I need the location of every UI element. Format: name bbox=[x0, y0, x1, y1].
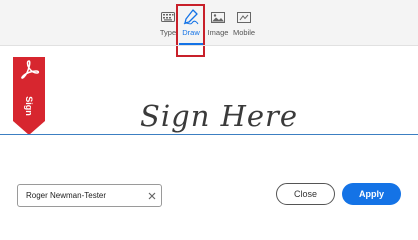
apply-button[interactable]: Apply bbox=[342, 183, 401, 205]
close-button[interactable]: Close bbox=[276, 183, 335, 205]
image-icon bbox=[207, 8, 229, 26]
tab-mobile[interactable]: Mobile bbox=[230, 8, 258, 42]
tab-image-label: Image bbox=[207, 28, 229, 37]
draw-tab-highlight-box bbox=[176, 4, 205, 57]
tab-type-label: Type bbox=[159, 28, 177, 37]
name-input[interactable] bbox=[17, 184, 162, 207]
toolbar-divider bbox=[0, 45, 418, 46]
sign-ribbon-label: Sign bbox=[24, 96, 34, 116]
clear-icon[interactable] bbox=[145, 189, 159, 203]
tab-mobile-label: Mobile bbox=[232, 28, 256, 37]
signature-mode-toolbar: Type Draw Image Mobile bbox=[0, 0, 418, 45]
mobile-icon bbox=[233, 8, 255, 26]
tab-image[interactable]: Image bbox=[204, 8, 232, 42]
signature-placeholder: Sign Here bbox=[140, 99, 299, 133]
signature-line bbox=[0, 134, 418, 135]
